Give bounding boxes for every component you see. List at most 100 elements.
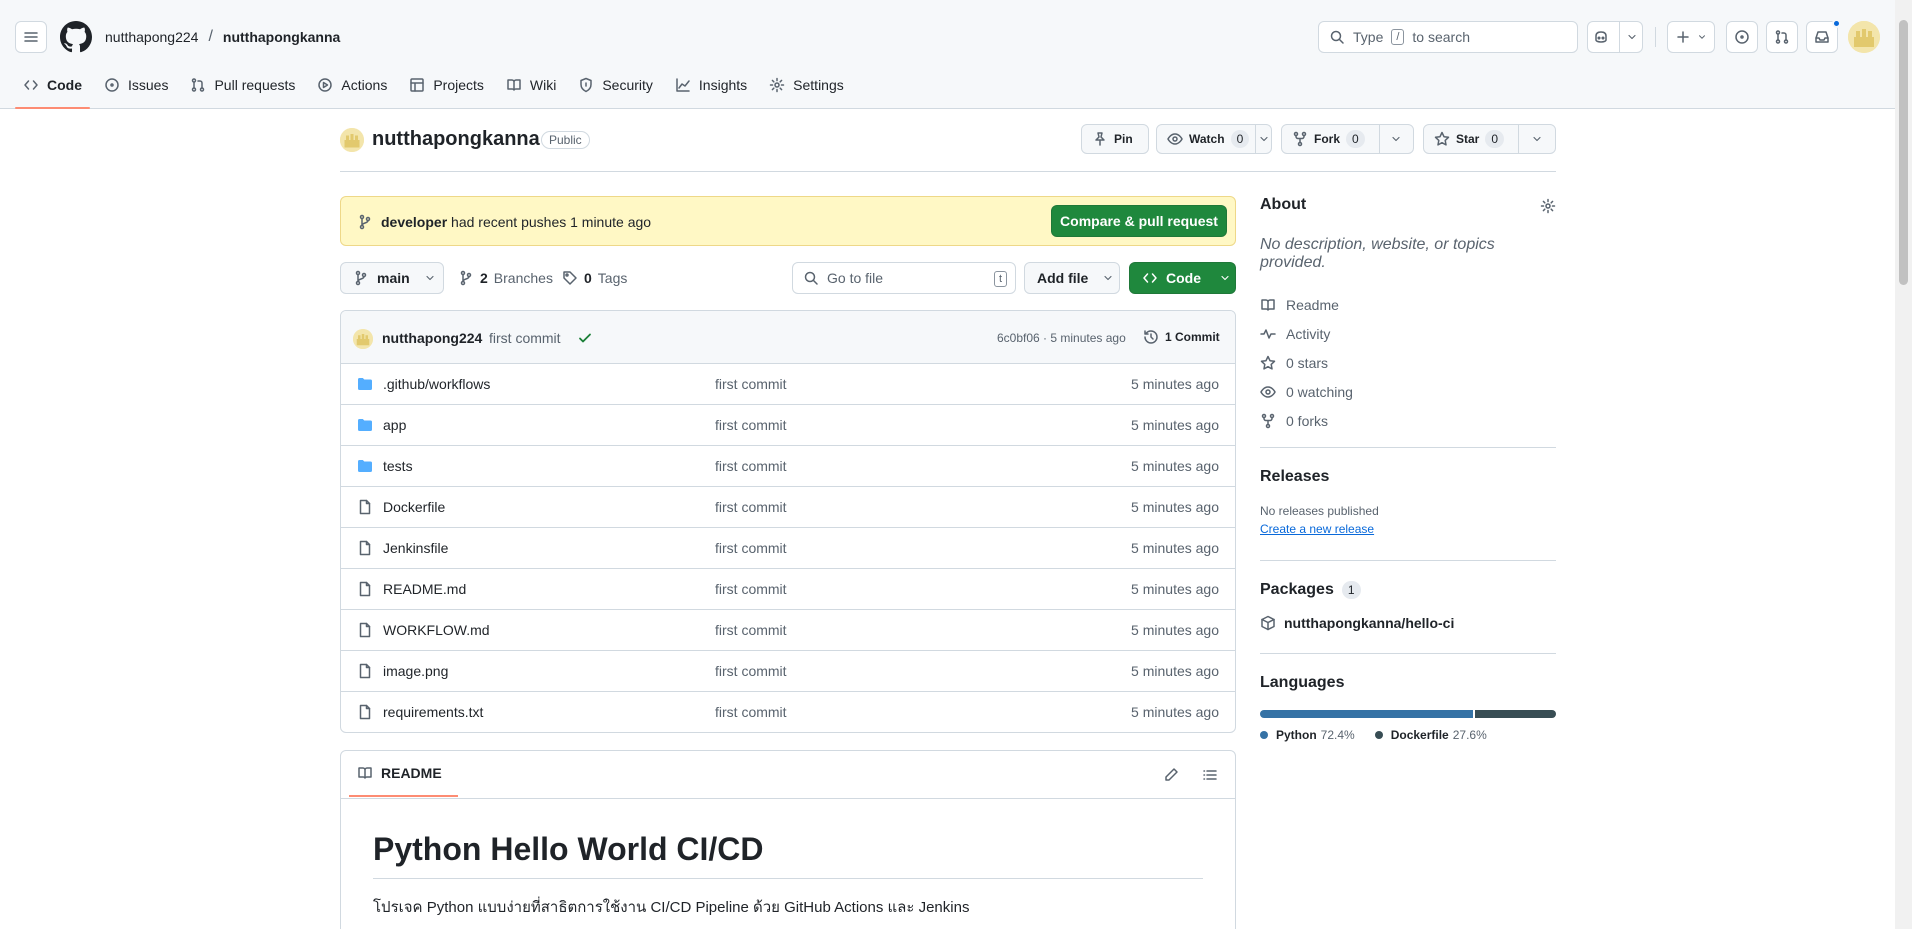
file-row[interactable]: .github/workflows first commit 5 minutes… [341,364,1235,405]
tags-link[interactable]: 0 Tags [562,270,627,286]
search-placeholder-right: to search [1412,29,1471,45]
releases-heading[interactable]: Releases [1260,468,1556,486]
file-name[interactable]: requirements.txt [383,704,483,720]
fork-dropdown[interactable] [1378,125,1413,153]
menu-button[interactable] [15,21,47,53]
tab-wiki[interactable]: Wiki [498,68,564,102]
stars-link[interactable]: 0 stars [1260,348,1556,377]
repo-name[interactable]: nutthapongkanna [372,128,540,151]
file-commit-message[interactable]: first commit [715,581,787,597]
file-name[interactable]: app [383,417,406,433]
branches-link[interactable]: 2 Branches [458,270,553,286]
file-commit-message[interactable]: first commit [715,458,787,474]
file-row[interactable]: README.md first commit 5 minutes ago [341,569,1235,610]
language-dot [1374,731,1383,739]
file-name[interactable]: WORKFLOW.md [383,622,490,638]
watch-button[interactable]: Watch 0 [1156,124,1272,154]
file-row[interactable]: WORKFLOW.md first commit 5 minutes ago [341,610,1235,651]
file-name[interactable]: README.md [383,581,466,597]
top-bar: nutthapong224 / nutthapongkanna Type / t… [0,0,1895,74]
tab-issues[interactable]: Issues [96,68,176,102]
readme-tab[interactable]: README [349,765,458,797]
star-button[interactable]: Star 0 [1423,124,1556,154]
file-row[interactable]: image.png first commit 5 minutes ago [341,651,1235,692]
breadcrumb-repo-link[interactable]: nutthapongkanna [223,29,340,45]
repo-owner-avatar[interactable] [340,128,364,152]
commits-count-label: 1 Commit [1165,330,1220,344]
file-name[interactable]: image.png [383,663,448,679]
watching-link[interactable]: 0 watching [1260,377,1556,406]
github-logo-icon[interactable] [60,21,92,53]
tab-pull-requests[interactable]: Pull requests [182,68,303,102]
tab-security[interactable]: Security [570,68,661,102]
file-row[interactable]: Jenkinsfile first commit 5 minutes ago [341,528,1235,569]
banner-branch-name[interactable]: developer [381,214,447,230]
file-name[interactable]: Jenkinsfile [383,540,448,556]
commit-message[interactable]: first commit [489,330,561,346]
file-name[interactable]: tests [383,458,413,474]
pull-requests-button[interactable] [1766,21,1798,53]
create-release-link[interactable]: Create a new release [1260,522,1556,536]
file-row[interactable]: Dockerfile first commit 5 minutes ago [341,487,1235,528]
file-row[interactable]: tests first commit 5 minutes ago [341,446,1235,487]
chevron-down-icon [426,275,434,281]
global-header: nutthapong224 / nutthapongkanna Type / t… [0,0,1895,109]
tab-issues-label: Issues [128,77,169,93]
commit-author-avatar[interactable] [353,329,373,349]
packages-heading[interactable]: Packages [1260,581,1334,599]
create-new-button[interactable] [1667,21,1715,53]
code-icon [1143,273,1157,283]
issues-button[interactable] [1726,21,1758,53]
file-commit-message[interactable]: first commit [715,540,787,556]
file-commit-message[interactable]: first commit [715,622,787,638]
fork-button[interactable]: Fork 0 [1281,124,1414,154]
file-commit-message[interactable]: first commit [715,376,787,392]
language-dockerfile[interactable]: Dockerfile 27.6% [1374,728,1487,742]
scrollbar-track[interactable] [1895,0,1912,929]
breadcrumb-owner-link[interactable]: nutthapong224 [105,29,198,45]
pin-button[interactable]: Pin [1081,124,1149,154]
readme-link[interactable]: Readme [1260,290,1556,319]
file-name[interactable]: Dockerfile [383,499,445,515]
forks-link[interactable]: 0 forks [1260,406,1556,435]
file-commit-message[interactable]: first commit [715,663,787,679]
sidebar-divider [1260,447,1556,448]
tab-projects[interactable]: Projects [401,68,492,102]
scrollbar-thumb[interactable] [1899,20,1908,285]
pencil-icon[interactable] [1163,767,1179,783]
tab-settings[interactable]: Settings [761,68,852,102]
gear-icon[interactable] [1540,198,1556,214]
file-commit-message[interactable]: first commit [715,704,787,720]
file-row[interactable]: requirements.txt first commit 5 minutes … [341,692,1235,732]
file-row[interactable]: app first commit 5 minutes ago [341,405,1235,446]
branches-label: Branches [493,270,553,286]
branch-selector[interactable]: main [340,262,444,294]
code-button[interactable]: Code [1129,262,1236,294]
code-button-label: Code [1166,270,1201,286]
copilot-button[interactable] [1587,21,1643,53]
package-link[interactable]: nutthapongkanna/hello-ci [1260,615,1556,631]
user-avatar[interactable] [1848,21,1880,53]
commit-author[interactable]: nutthapong224 [382,330,482,346]
tab-actions[interactable]: Actions [309,68,395,102]
language-python[interactable]: Python 72.4% [1260,728,1355,742]
tab-code[interactable]: Code [15,68,90,109]
add-file-button[interactable]: Add file [1024,262,1120,294]
tab-insights[interactable]: Insights [667,68,755,102]
packages-count: 1 [1341,581,1361,599]
go-to-file-input[interactable]: Go to file t [792,262,1016,294]
file-name[interactable]: .github/workflows [383,376,490,392]
file-icon [359,499,371,515]
star-dropdown[interactable] [1518,125,1554,153]
compare-pull-request-button[interactable]: Compare & pull request [1051,205,1227,237]
search-input[interactable]: Type / to search [1318,21,1578,53]
activity-link[interactable]: Activity [1260,319,1556,348]
file-commit-message[interactable]: first commit [715,499,787,515]
commit-sha-time[interactable]: 6c0bf06 · 5 minutes ago [997,331,1126,345]
check-icon[interactable] [577,330,593,346]
file-commit-message[interactable]: first commit [715,417,787,433]
gear-icon [769,77,785,93]
list-icon[interactable] [1202,767,1218,783]
watch-dropdown[interactable] [1255,125,1271,153]
commits-history-link[interactable]: 1 Commit [1143,329,1220,345]
